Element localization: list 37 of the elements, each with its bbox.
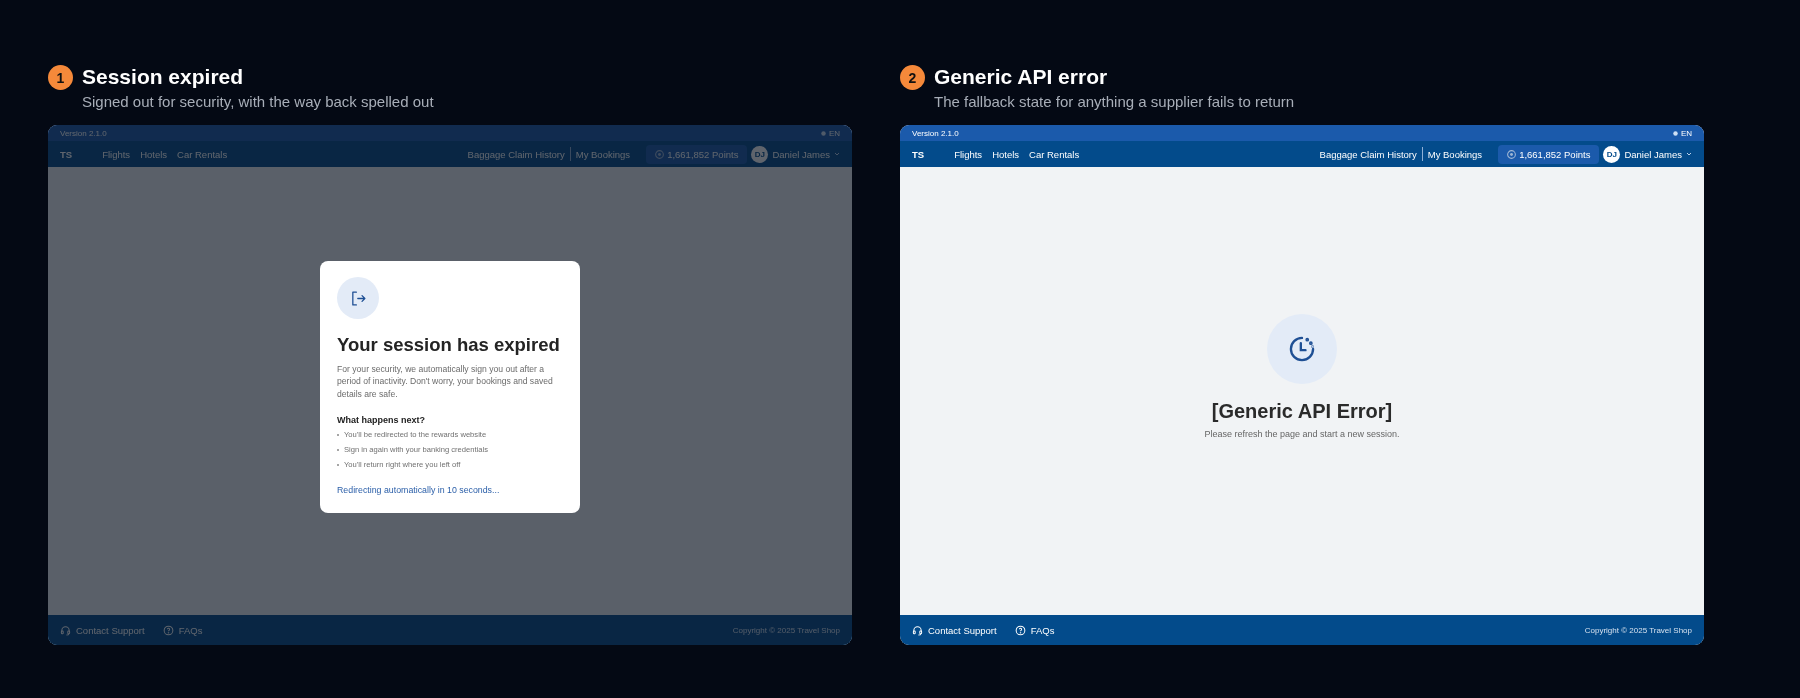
logo[interactable]: TS	[912, 148, 925, 160]
sign-out-icon	[349, 289, 367, 307]
avatar: DJ	[751, 145, 769, 163]
points-pill[interactable]: 1,661,852 Points	[1498, 144, 1600, 164]
footer-link[interactable]: FAQs	[1014, 624, 1055, 636]
version-label: Version 2.1.0	[912, 128, 959, 138]
step-number: 1	[48, 65, 73, 90]
clock-icon	[1288, 334, 1316, 363]
modal-body: For your security, we automatically sign you out after a period of inactivity. Don't worry, your bookings and saved details are safe.	[337, 363, 554, 400]
redirect-note: Redirecting automatically in 10 seconds...	[337, 484, 501, 495]
nav-link[interactable]: Baggage Claim History	[1319, 148, 1417, 160]
headset-icon	[60, 624, 71, 636]
headset-icon	[912, 624, 923, 636]
section-subtitle: The fallback state for anything a supplier fails to return	[934, 93, 1295, 110]
copyright-text: Copyright © 2025 Travel Shop	[1584, 625, 1692, 635]
footer-link[interactable]: Contact Support	[912, 624, 997, 636]
modal-title: Your session has expired	[337, 333, 560, 358]
step-number: 2	[900, 65, 925, 90]
language-selector[interactable]: EN	[1672, 128, 1692, 138]
nav-link[interactable]: My Bookings	[1427, 148, 1483, 160]
avatar: DJ	[1603, 145, 1621, 163]
help-icon	[1014, 624, 1026, 636]
nav-link[interactable]: Flights	[954, 148, 983, 160]
nav-link[interactable]: Car Rentals	[1029, 148, 1080, 160]
list-heading: What happens next?	[337, 414, 426, 425]
section-title: Generic API error	[934, 64, 1109, 90]
error-message: Please refresh the page and start a new session.	[1204, 428, 1400, 439]
help-icon	[162, 624, 174, 636]
user-menu[interactable]: DJ Daniel James	[1603, 145, 1692, 163]
nav-link[interactable]: Hotels	[992, 148, 1020, 160]
section-title: Session expired	[82, 64, 245, 90]
coin-icon	[1507, 149, 1517, 159]
caret-icon	[1686, 152, 1692, 156]
section-subtitle: Signed out for security, with the way back spelled out	[82, 93, 434, 110]
coin-icon	[655, 149, 665, 159]
caret-icon	[834, 152, 840, 156]
error-title: [Generic API Error]	[1211, 399, 1393, 423]
